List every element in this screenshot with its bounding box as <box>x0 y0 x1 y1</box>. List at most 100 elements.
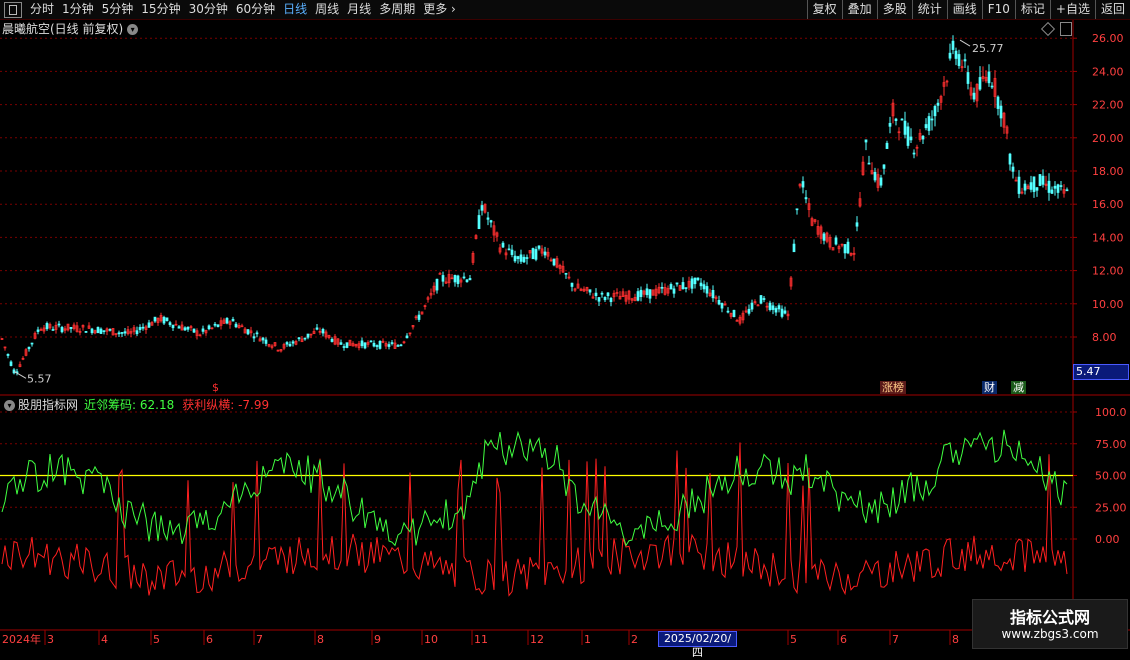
candle-body <box>828 237 832 248</box>
limit-up-tag[interactable]: 涨榜 <box>880 381 906 394</box>
candle-body <box>819 226 823 239</box>
month-label: 7 <box>256 633 263 646</box>
candle-body <box>462 276 466 279</box>
toolbar-button-0[interactable]: 复权 <box>806 0 842 19</box>
window-icon[interactable] <box>4 1 22 18</box>
month-label: 2 <box>631 633 638 646</box>
candle-body <box>126 329 130 335</box>
toolbar-button-4[interactable]: 画线 <box>946 0 982 19</box>
candle-body <box>993 77 997 97</box>
chevron-down-icon[interactable]: ▾ <box>4 400 15 411</box>
candle-body <box>21 357 25 360</box>
toolbar-button-7[interactable]: +自选 <box>1049 0 1095 19</box>
candle-body <box>588 289 592 293</box>
period-5[interactable]: 60分钟 <box>232 0 279 19</box>
candle-body <box>495 232 499 237</box>
candle-body <box>336 338 340 345</box>
candle-body <box>909 136 913 141</box>
toolbar-button-2[interactable]: 多股 <box>876 0 912 19</box>
period-3[interactable]: 15分钟 <box>137 0 184 19</box>
candle-body <box>570 282 574 287</box>
toolbar-button-5[interactable]: F10 <box>981 0 1015 19</box>
candle-body <box>966 72 970 84</box>
toolbar-button-6[interactable]: 标记 <box>1014 0 1050 19</box>
period-10[interactable]: 更多 › <box>419 0 460 19</box>
candle-body <box>0 338 4 340</box>
candle-body <box>138 327 142 330</box>
candle-body <box>429 292 433 296</box>
scroll-up-icon[interactable] <box>1060 22 1072 36</box>
period-0[interactable]: 分时 <box>26 0 58 19</box>
candle-body <box>282 344 286 349</box>
candle-body <box>450 277 454 280</box>
candle-body <box>42 327 46 332</box>
candle-body <box>579 288 583 291</box>
candle-body <box>927 116 931 131</box>
candle-body <box>1038 174 1042 186</box>
period-7[interactable]: 周线 <box>311 0 343 19</box>
candle-body <box>339 342 343 345</box>
price-tick-label: 16.00 <box>1092 198 1124 211</box>
toolbar-button-3[interactable]: 统计 <box>911 0 947 19</box>
finance-tag[interactable]: 财 <box>982 381 997 394</box>
candle-body <box>669 284 673 290</box>
candle-body <box>951 40 955 50</box>
candle-body <box>267 344 271 347</box>
chevron-down-icon[interactable]: ▾ <box>127 23 139 35</box>
period-6[interactable]: 日线 <box>279 0 311 19</box>
candle-body <box>69 326 73 329</box>
candle-body <box>606 292 610 297</box>
dollar-tag[interactable]: $ <box>210 381 221 394</box>
candle-body <box>837 246 841 250</box>
candle-body <box>183 327 187 331</box>
candle-body <box>879 177 883 186</box>
period-8[interactable]: 月线 <box>343 0 375 19</box>
candle-body <box>372 342 376 347</box>
month-label: 7 <box>892 633 899 646</box>
price-tick-label: 18.00 <box>1092 165 1124 178</box>
candle-body <box>774 308 778 313</box>
period-1[interactable]: 1分钟 <box>58 0 98 19</box>
candle-body <box>936 102 940 106</box>
month-label: 4 <box>101 633 108 646</box>
candle-body <box>987 71 991 84</box>
toolbar-button-8[interactable]: 返回 <box>1094 0 1130 19</box>
candle-body <box>1011 166 1015 172</box>
candle-body <box>255 332 259 335</box>
candle-body <box>177 326 181 329</box>
candle-body <box>885 142 889 149</box>
toolbar-button-1[interactable]: 叠加 <box>841 0 877 19</box>
candle-body <box>975 84 979 102</box>
candle-body <box>525 257 529 259</box>
candle-body <box>792 243 796 253</box>
kline-chart[interactable]: 25.775.57 26.0024.0022.0020.0018.0016.00… <box>0 0 1130 650</box>
candle-body <box>876 174 880 188</box>
candle-body <box>33 332 37 339</box>
candle-body <box>87 325 91 329</box>
candle-body <box>204 329 208 334</box>
candle-body <box>516 256 520 260</box>
candle-body <box>957 54 961 66</box>
candle-body <box>969 87 973 96</box>
candle-body <box>642 290 646 295</box>
diamond-icon[interactable] <box>1040 21 1056 37</box>
candle-body <box>648 289 652 299</box>
candle-body <box>540 248 544 254</box>
candle-body <box>912 152 916 155</box>
candle-body <box>696 277 700 281</box>
candle-body <box>441 275 445 282</box>
reduce-tag[interactable]: 减 <box>1011 381 1026 394</box>
candle-body <box>903 120 907 135</box>
period-9[interactable]: 多周期 <box>375 0 419 19</box>
candle-body <box>414 316 418 319</box>
period-4[interactable]: 30分钟 <box>185 0 232 19</box>
candle-body <box>120 332 124 334</box>
candle-body <box>615 292 619 294</box>
indicator-tick-label: 100.0 <box>1095 406 1127 419</box>
candle-body <box>915 146 919 149</box>
candle-body <box>57 323 61 326</box>
candle-body <box>753 301 757 303</box>
candle-body <box>123 331 127 334</box>
period-2[interactable]: 5分钟 <box>98 0 138 19</box>
candle-body <box>324 331 328 338</box>
